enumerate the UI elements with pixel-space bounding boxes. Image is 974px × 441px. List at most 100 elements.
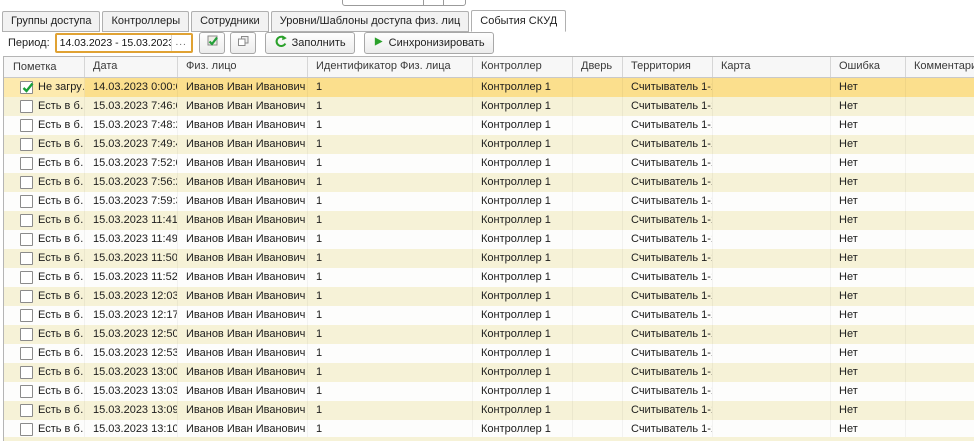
cell-date[interactable]: 15.03.2023 7:59:33: [85, 192, 178, 211]
cell-card[interactable]: [713, 249, 831, 268]
row-checkbox[interactable]: [20, 119, 33, 132]
table-row[interactable]: Есть в б…15.03.2023 11:50:23Иванов Иван …: [4, 249, 974, 268]
cell-person[interactable]: Иванов Иван Иванович: [178, 306, 308, 325]
cell-error[interactable]: Нет: [831, 97, 906, 116]
cell-controller[interactable]: Контроллер 1: [473, 249, 573, 268]
cell-door[interactable]: [573, 249, 623, 268]
cell-territory[interactable]: Считыватель 1-1: [623, 173, 713, 192]
cell-mark[interactable]: Есть в б…: [4, 135, 85, 154]
cell-comment[interactable]: [906, 306, 974, 325]
cell-controller[interactable]: Контроллер 1: [473, 78, 573, 97]
cell-comment[interactable]: [906, 135, 974, 154]
cell-mark[interactable]: Есть в б…: [4, 420, 85, 437]
cell-card[interactable]: [713, 401, 831, 420]
tab-skud-events[interactable]: События СКУД: [471, 10, 567, 32]
row-checkbox[interactable]: [20, 309, 33, 322]
row-checkbox[interactable]: [20, 214, 33, 227]
column-header-controller[interactable]: Контроллер: [473, 57, 573, 77]
cell-door[interactable]: [573, 173, 623, 192]
row-checkbox[interactable]: [20, 328, 33, 341]
cell-person[interactable]: Иванов Иван Иванович: [178, 268, 308, 287]
cell-person[interactable]: Иванов Иван Иванович: [178, 135, 308, 154]
column-header-comment[interactable]: Комментарий: [906, 57, 974, 77]
cell-error[interactable]: Нет: [831, 268, 906, 287]
cell-territory[interactable]: Считыватель 1-1: [623, 420, 713, 437]
cell-person-id[interactable]: 1: [308, 78, 473, 97]
cell-card[interactable]: [713, 306, 831, 325]
period-picker-button[interactable]: ...: [170, 34, 191, 51]
cell-person[interactable]: Иванов Иван Иванович: [178, 249, 308, 268]
cell-date[interactable]: 15.03.2023 12:53:06: [85, 344, 178, 363]
cell-date[interactable]: 15.03.2023 13:03:13: [85, 382, 178, 401]
cell-error[interactable]: Нет: [831, 173, 906, 192]
cell-card[interactable]: [713, 230, 831, 249]
cell-territory[interactable]: Считыватель 1-1: [623, 325, 713, 344]
cell-mark[interactable]: Не загру…: [4, 78, 85, 97]
cell-person[interactable]: Иванов Иван Иванович: [178, 154, 308, 173]
cell-door[interactable]: [573, 287, 623, 306]
cell-card[interactable]: [713, 325, 831, 344]
top-clipped-field[interactable]: [342, 0, 466, 6]
cell-territory[interactable]: Считыватель 1-1: [623, 382, 713, 401]
cell-mark[interactable]: Есть в б…: [4, 363, 85, 382]
table-row[interactable]: Есть в б…15.03.2023 13:00:12Иванов Иван …: [4, 363, 974, 382]
cell-person[interactable]: Иванов Иван Иванович: [178, 97, 308, 116]
cell-card[interactable]: [713, 135, 831, 154]
cell-comment[interactable]: [906, 211, 974, 230]
cell-controller[interactable]: Контроллер 1: [473, 382, 573, 401]
cell-comment[interactable]: [906, 325, 974, 344]
cell-person[interactable]: Иванов Иван Иванович: [178, 287, 308, 306]
cell-person-id[interactable]: 1: [308, 344, 473, 363]
cell-error[interactable]: Нет: [831, 306, 906, 325]
table-row[interactable]: Есть в б…15.03.2023 7:48:27Иванов Иван И…: [4, 116, 974, 135]
cell-card[interactable]: [713, 192, 831, 211]
cell-comment[interactable]: [906, 192, 974, 211]
row-checkbox-checked[interactable]: [20, 81, 34, 94]
cell-error[interactable]: Нет: [831, 420, 906, 437]
table-row[interactable]: Есть в б…15.03.2023 7:56:28Иванов Иван И…: [4, 173, 974, 192]
cell-controller[interactable]: Контроллер 1: [473, 173, 573, 192]
column-header-door[interactable]: Дверь: [573, 57, 623, 77]
cell-comment[interactable]: [906, 116, 974, 135]
row-checkbox[interactable]: [20, 138, 33, 151]
cell-person[interactable]: Иванов Иван Иванович: [178, 192, 308, 211]
cell-comment[interactable]: [906, 268, 974, 287]
cell-person-id[interactable]: 1: [308, 211, 473, 230]
cell-door[interactable]: [573, 97, 623, 116]
table-row[interactable]: Есть в б…15.03.2023 13:03:13Иванов Иван …: [4, 382, 974, 401]
cell-controller[interactable]: Контроллер 1: [473, 268, 573, 287]
set-marks-button[interactable]: [198, 31, 225, 54]
cell-door[interactable]: [573, 78, 623, 97]
cell-comment[interactable]: [906, 344, 974, 363]
cell-error[interactable]: Нет: [831, 192, 906, 211]
cell-controller[interactable]: Контроллер 1: [473, 344, 573, 363]
cell-mark[interactable]: Есть в б…: [4, 382, 85, 401]
cell-card[interactable]: [713, 344, 831, 363]
cell-date[interactable]: 15.03.2023 12:17:39: [85, 306, 178, 325]
cell-territory[interactable]: Считыватель 1-1: [623, 287, 713, 306]
partial-row[interactable]: [4, 437, 974, 441]
tab-controllers[interactable]: Контроллеры: [102, 11, 190, 32]
cell-card[interactable]: [713, 116, 831, 135]
cell-comment[interactable]: [906, 420, 974, 437]
row-checkbox[interactable]: [20, 233, 33, 246]
cell-controller[interactable]: Контроллер 1: [473, 420, 573, 437]
cell-controller[interactable]: Контроллер 1: [473, 325, 573, 344]
cell-door[interactable]: [573, 325, 623, 344]
cell-person-id[interactable]: 1: [308, 268, 473, 287]
cell-person-id[interactable]: 1: [308, 382, 473, 401]
cell-card[interactable]: [713, 268, 831, 287]
tab-employees[interactable]: Сотрудники: [191, 11, 269, 32]
cell-territory[interactable]: Считыватель 1-1: [623, 154, 713, 173]
column-header-mark[interactable]: Пометка: [4, 57, 85, 77]
cell-controller[interactable]: Контроллер 1: [473, 287, 573, 306]
period-input[interactable]: [56, 36, 171, 49]
cell-door[interactable]: [573, 401, 623, 420]
row-checkbox[interactable]: [20, 385, 33, 398]
cell-controller[interactable]: Контроллер 1: [473, 363, 573, 382]
cell-comment[interactable]: [906, 287, 974, 306]
cell-territory[interactable]: Считыватель 1-1: [623, 78, 713, 97]
cell-date[interactable]: 15.03.2023 12:03:19: [85, 287, 178, 306]
table-row[interactable]: Есть в б…15.03.2023 11:41:01Иванов Иван …: [4, 211, 974, 230]
table-row[interactable]: Есть в б…15.03.2023 11:52:40Иванов Иван …: [4, 268, 974, 287]
